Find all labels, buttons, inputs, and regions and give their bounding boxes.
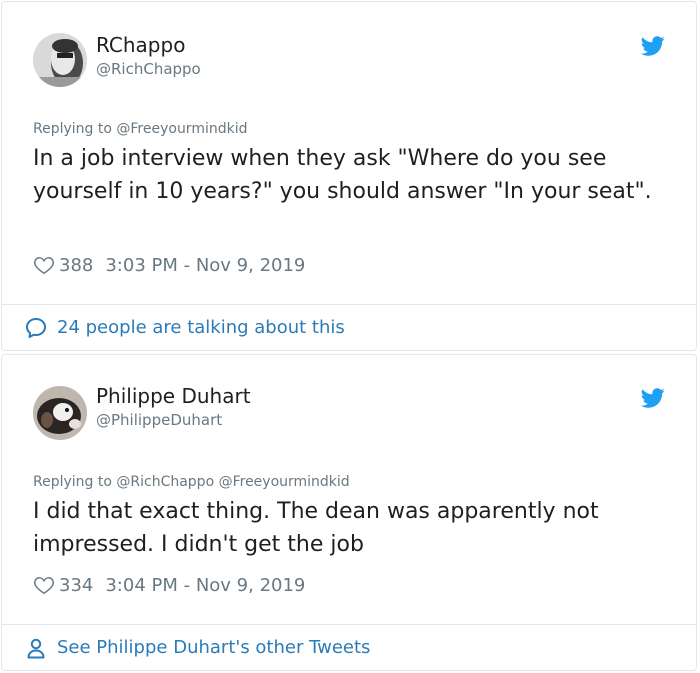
conversation-link[interactable]: 24 people are talking about this: [2, 304, 696, 350]
like-count: 388: [59, 254, 94, 276]
heart-icon[interactable]: [33, 574, 55, 596]
tweet-meta: 388 3:03 PM - Nov 9, 2019: [33, 254, 305, 276]
like-count: 334: [59, 574, 94, 596]
author-handle[interactable]: @RichChappo: [96, 59, 201, 79]
timestamp[interactable]: 3:04 PM - Nov 9, 2019: [105, 575, 305, 596]
other-tweets-label: See Philippe Duhart's other Tweets: [57, 637, 371, 658]
other-tweets-link[interactable]: See Philippe Duhart's other Tweets: [2, 624, 696, 670]
tweet-text: In a job interview when they ask "Where …: [33, 146, 652, 204]
timestamp[interactable]: 3:03 PM - Nov 9, 2019: [105, 255, 305, 276]
twitter-bird-icon[interactable]: [641, 34, 665, 58]
replying-to[interactable]: Replying to @RichChappo @Freeyourmindkid: [33, 473, 350, 491]
avatar[interactable]: [33, 386, 87, 440]
tweet-card: RChappo @RichChappo Replying to @Freeyou…: [1, 1, 697, 351]
tweet-text: I did that exact thing. The dean was app…: [33, 499, 599, 557]
author-name[interactable]: RChappo: [96, 33, 185, 57]
avatar[interactable]: [33, 33, 87, 87]
tweet-card: Philippe Duhart @PhilippeDuhart Replying…: [1, 354, 697, 671]
person-icon: [27, 638, 45, 658]
tweet-meta: 334 3:04 PM - Nov 9, 2019: [33, 574, 305, 596]
speech-bubble-icon: [26, 317, 46, 338]
author-handle[interactable]: @PhilippeDuhart: [96, 410, 222, 430]
twitter-bird-icon[interactable]: [641, 386, 665, 410]
author-name[interactable]: Philippe Duhart: [96, 384, 251, 408]
heart-icon[interactable]: [33, 254, 55, 276]
conversation-label: 24 people are talking about this: [57, 317, 345, 338]
replying-to[interactable]: Replying to @Freeyourmindkid: [33, 120, 248, 138]
